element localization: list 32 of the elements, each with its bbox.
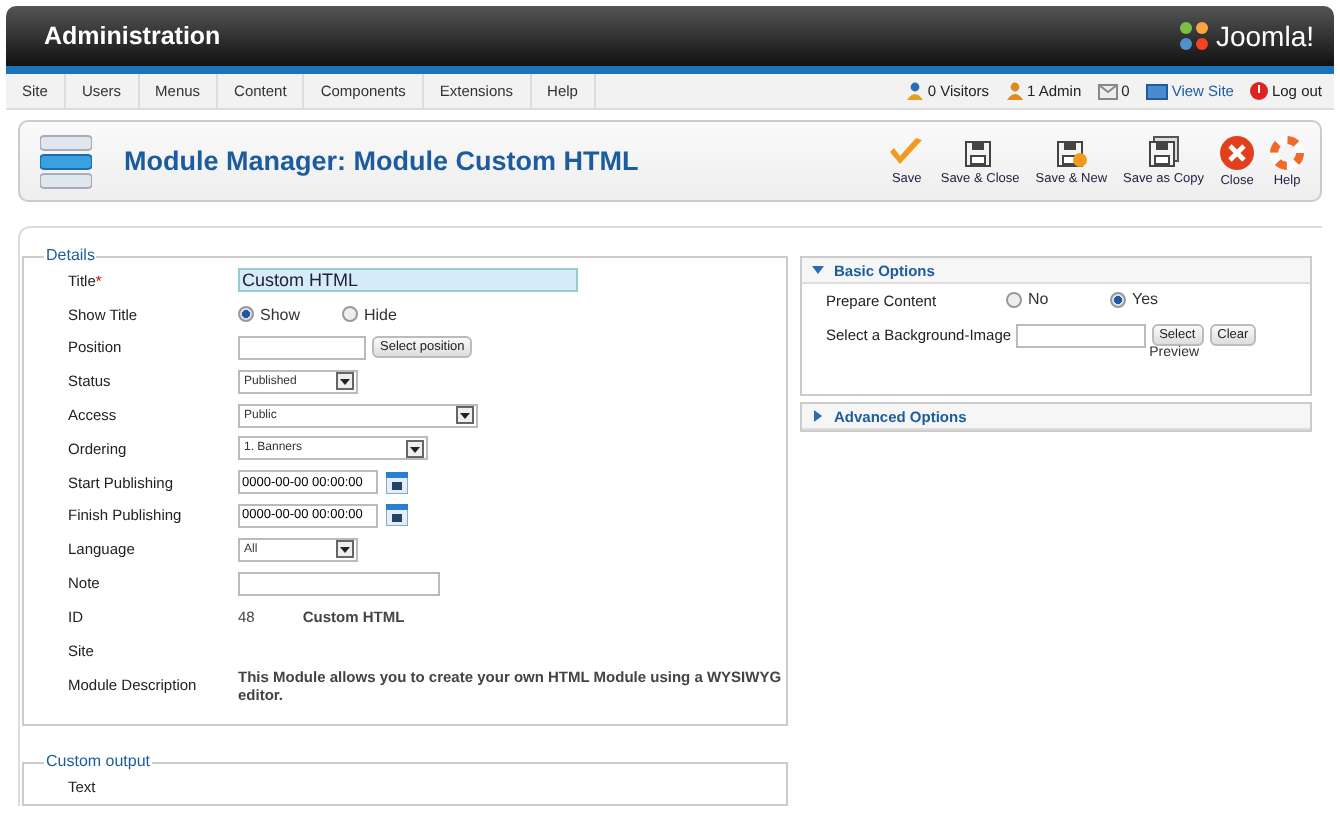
caret-icon [336, 372, 354, 391]
caret-icon [406, 439, 424, 458]
radio-option[interactable]: No [1006, 290, 1110, 308]
user-icon [1005, 82, 1024, 100]
floppy-disk-icon [1147, 136, 1180, 168]
triangle-right-icon [812, 410, 824, 422]
user-icon [905, 82, 924, 100]
triangle-down-icon [812, 264, 824, 276]
text-field[interactable] [238, 335, 366, 360]
flower-logo-icon [1175, 18, 1212, 54]
checkmark-icon [888, 136, 925, 168]
image-path-field[interactable] [1015, 324, 1146, 348]
envelope-icon [1097, 83, 1118, 99]
monitor-icon [1145, 83, 1168, 99]
text-field[interactable]: Custom HTML [238, 268, 578, 293]
fieldset-legend: Details [44, 246, 97, 264]
text-field[interactable] [238, 571, 440, 596]
radio-option[interactable]: Yes [1110, 290, 1214, 308]
stacked-bars-icon [40, 133, 92, 189]
header-title: Administration [44, 22, 221, 50]
radio-option[interactable]: Show [238, 305, 342, 324]
page-title: Module Manager: Module Custom HTML [124, 146, 641, 176]
calendar-icon[interactable] [386, 504, 408, 527]
radio-option[interactable]: Hide [342, 305, 446, 324]
calendar-icon[interactable] [386, 471, 408, 494]
lifebuoy-icon [1270, 135, 1304, 169]
caret-icon [336, 540, 354, 559]
logo-text: Joomla! [1215, 20, 1314, 52]
fieldset-legend: Custom output [44, 752, 153, 771]
logout-icon [1249, 82, 1268, 100]
caret-icon [456, 406, 474, 425]
close-icon [1220, 135, 1254, 169]
